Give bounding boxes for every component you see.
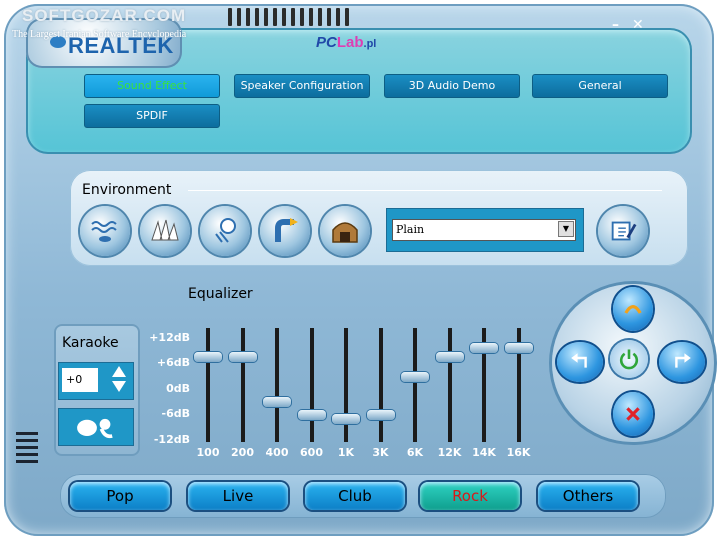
env-opera-button[interactable] (140, 206, 190, 256)
reset-x-icon (626, 407, 640, 421)
eq-slider-14k[interactable] (469, 328, 499, 446)
minimize-button[interactable]: – (612, 18, 626, 32)
pipe-icon (275, 218, 298, 242)
db-label: +12dB (149, 331, 190, 344)
environment-selected-value: Plain (396, 223, 425, 236)
eq-slider-knob[interactable] (297, 409, 326, 420)
eq-slider-track (447, 328, 452, 442)
env-stone-room-button[interactable] (320, 206, 370, 256)
eq-slider-600[interactable] (297, 328, 327, 446)
equalizer-title: Equalizer (188, 286, 253, 302)
eq-slider-track (378, 328, 383, 442)
eq-slider-knob[interactable] (401, 372, 429, 383)
eq-slider-1k[interactable] (331, 328, 361, 446)
environment-edit-button[interactable] (598, 206, 648, 256)
db-label: -12dB (153, 433, 190, 446)
karaoke-down-arrow-icon[interactable] (112, 381, 126, 392)
eq-slider-3k[interactable] (366, 328, 396, 446)
pclab-tail: .pl (363, 38, 377, 50)
dpad-left-button[interactable] (557, 342, 603, 382)
karaoke-label: Karaoke (62, 335, 119, 351)
eq-slider-6k[interactable] (400, 328, 430, 446)
environment-select[interactable]: Plain (392, 219, 576, 241)
pclab-prefix: PC (316, 34, 337, 51)
dpad-up-button[interactable] (613, 287, 653, 331)
eq-slider-track (309, 328, 314, 442)
karaoke-voice-cancel-button[interactable] (58, 408, 134, 446)
tab-spdif[interactable]: SPDIF (84, 104, 220, 128)
watermark-subtitle: The Largest Iranian Software Encyclopedi… (12, 29, 187, 40)
pclab-logo: PCLab.pl (316, 34, 376, 51)
preset-rock-button[interactable]: Rock (420, 482, 520, 510)
edit-settings-icon (611, 221, 637, 241)
eq-slider-knob[interactable] (435, 351, 464, 362)
preset-others-button[interactable]: Others (538, 482, 638, 510)
eq-slider-200[interactable] (228, 328, 258, 446)
opera-house-icon (151, 219, 179, 241)
eq-slider-knob[interactable] (366, 409, 395, 420)
karaoke-value: +0 (62, 368, 98, 392)
chevron-down-icon[interactable]: ▼ (558, 221, 574, 237)
close-button[interactable]: ✕ (632, 18, 646, 32)
pclab-name: Lab (336, 34, 364, 51)
eq-slider-knob[interactable] (470, 343, 498, 354)
preset-club-button[interactable]: Club (305, 482, 405, 510)
environment-divider (188, 190, 662, 191)
db-label: -6dB (161, 407, 190, 420)
tab-speaker-configuration[interactable]: Speaker Configuration (234, 74, 370, 98)
environment-title: Environment (82, 182, 172, 198)
watermark-title: SOFTGOZAR.COM (22, 6, 187, 25)
env-underwater-button[interactable] (80, 206, 130, 256)
save-icon (675, 353, 691, 368)
eq-slider-knob[interactable] (228, 351, 257, 362)
eq-slider-track (413, 328, 417, 442)
env-sewer-button[interactable] (200, 206, 250, 256)
load-icon (571, 353, 587, 368)
sewer-icon (215, 218, 236, 243)
arc-up-icon (624, 305, 642, 314)
eq-slider-knob[interactable] (263, 397, 291, 408)
dpad-down-button[interactable] (613, 392, 653, 436)
eq-slider-100[interactable] (193, 328, 223, 446)
db-label: 0dB (166, 382, 190, 395)
tab-sound-effect[interactable]: Sound Effect (84, 74, 220, 98)
underwater-icon (91, 221, 117, 242)
db-label: +6dB (156, 356, 190, 369)
eq-slider-track (344, 328, 348, 442)
eq-slider-16k[interactable] (504, 328, 534, 446)
eq-slider-knob[interactable] (332, 414, 360, 424)
preset-pop-button[interactable]: Pop (70, 482, 170, 510)
eq-freq-label: 16K (506, 446, 531, 459)
tab-general[interactable]: General (532, 74, 668, 98)
eq-slider-track (240, 328, 245, 442)
eq-slider-knob[interactable] (194, 351, 222, 362)
power-button[interactable] (610, 340, 648, 378)
speaker-grill (228, 8, 360, 26)
eq-slider-12k[interactable] (435, 328, 465, 446)
power-icon (619, 349, 639, 370)
eq-slider-400[interactable] (262, 328, 292, 446)
eq-slider-track (206, 328, 210, 442)
karaoke-up-arrow-icon[interactable] (112, 366, 126, 377)
voice-cancel-icon (77, 418, 113, 439)
resize-grip[interactable] (16, 432, 38, 472)
eq-slider-track (275, 328, 279, 442)
preset-live-button[interactable]: Live (188, 482, 288, 510)
stone-room-icon (332, 222, 358, 243)
eq-slider-knob[interactable] (504, 343, 533, 354)
env-pipe-button[interactable] (260, 206, 310, 256)
tab-3d-audio-demo[interactable]: 3D Audio Demo (384, 74, 520, 98)
dpad-right-button[interactable] (659, 342, 705, 382)
